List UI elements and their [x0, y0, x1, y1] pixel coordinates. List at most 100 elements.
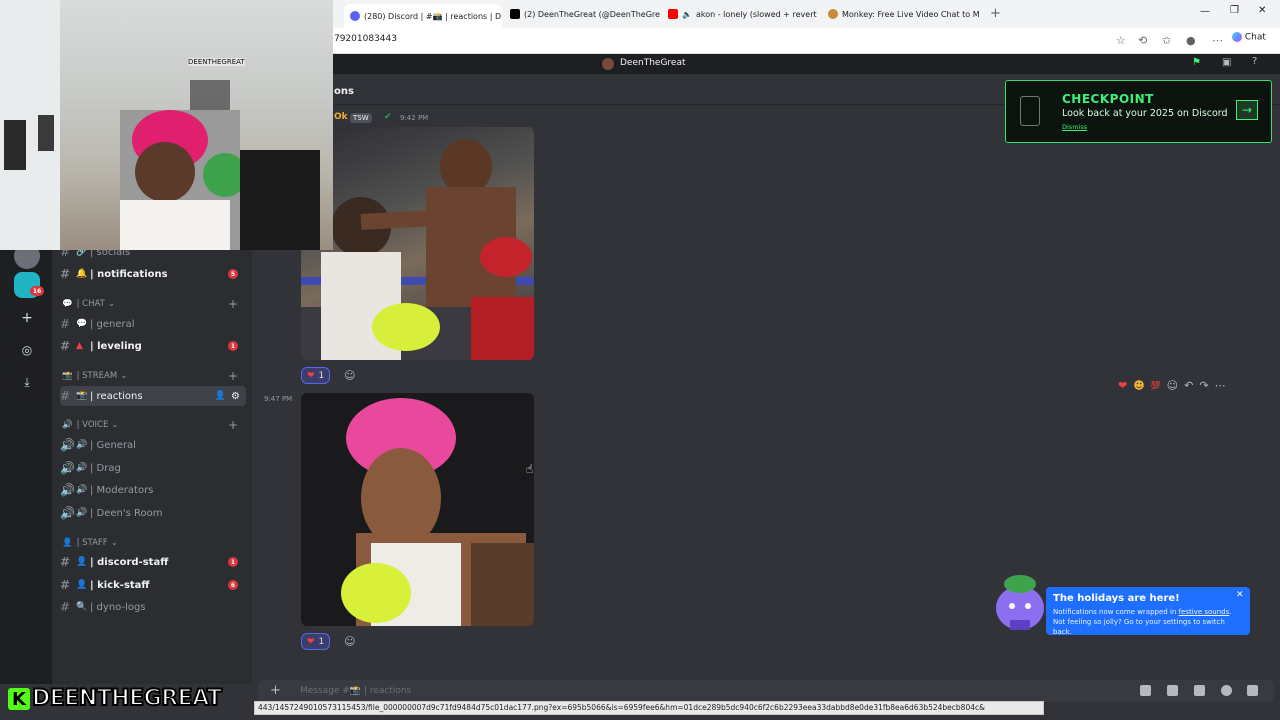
channel-label: | General — [90, 439, 136, 451]
arrow-right-icon[interactable]: → — [1236, 100, 1258, 120]
channel-dyno-logs[interactable]: # 🔍 | dyno-logs — [60, 597, 246, 617]
reply-icon[interactable]: ↶ — [1184, 379, 1193, 392]
channel-label: | leveling — [90, 340, 142, 352]
add-channel-icon[interactable]: + — [228, 418, 238, 432]
hundred-icon[interactable]: 💯 — [1151, 381, 1161, 390]
new-tab-button[interactable]: + — [990, 6, 1001, 21]
url-text[interactable]: 79201083443 — [334, 34, 397, 44]
inbox-icon[interactable]: ▣ — [1222, 57, 1231, 68]
channel-notifications[interactable]: # 🔔 | notifications 5 — [60, 264, 246, 284]
category-label: | VOICE — [76, 420, 109, 430]
speaker-icon: 🔊 — [60, 506, 75, 520]
download-icon[interactable]: ⤓ — [14, 369, 40, 395]
channel-general[interactable]: # 💬 | general — [60, 314, 246, 334]
tab-x[interactable]: (2) DeenTheGreat (@DeenTheGre ✕ — [510, 4, 662, 24]
chevron-down-icon: ⌄ — [120, 371, 128, 381]
server-avatar-icon — [602, 58, 614, 70]
tab-label: Monkey: Free Live Video Chat to M — [842, 9, 980, 19]
holiday-text-part: Notifications now come wrapped in — [1053, 608, 1179, 616]
dismiss-link[interactable]: Dismiss — [1062, 123, 1087, 131]
holiday-mascot-icon — [996, 575, 1044, 630]
category-staff[interactable]: 👤 | STAFF ⌄ — [62, 538, 242, 548]
more-icon[interactable]: ⋯ — [1215, 379, 1226, 392]
laughing-icon[interactable]: ☻ — [1133, 379, 1144, 392]
gift-icon[interactable] — [1140, 685, 1151, 696]
boxing-punch-image[interactable] — [301, 127, 534, 360]
person-icon: 👤 — [62, 538, 73, 548]
tab-discord[interactable]: (280) Discord | #📸 | reactions | D ✕ — [344, 4, 502, 28]
tab-monkey[interactable]: Monkey: Free Live Video Chat to M ✕ — [828, 4, 982, 24]
boxer-portrait-image[interactable] — [301, 393, 534, 626]
youtube-icon — [668, 9, 678, 19]
bell-icon: 🔔 — [76, 269, 88, 279]
voice-channel-deens-room[interactable]: 🔊 🔊 | Deen's Room — [60, 503, 246, 523]
help-icon[interactable]: ? — [1252, 56, 1257, 67]
sticker-icon[interactable] — [1194, 685, 1205, 696]
flag-icon[interactable]: ⚑ — [1192, 57, 1201, 68]
boxing-punch-illustration — [301, 139, 534, 360]
tab-youtube[interactable]: 🔈 akon - lonely (slowed + revert ✕ — [668, 4, 822, 24]
gear-icon[interactable]: ⚙ — [231, 391, 240, 402]
gif-icon[interactable] — [1167, 685, 1178, 696]
unread-badge: 5 — [228, 269, 238, 279]
streamer-brand-text: DEENTHEGREAT — [31, 685, 223, 712]
restore-icon[interactable]: ❐ — [1230, 5, 1239, 16]
extension-icon[interactable]: ⟲ — [1138, 34, 1147, 47]
heart-icon[interactable]: ❤ — [1118, 379, 1127, 392]
category-label: | STREAM — [76, 371, 118, 381]
category-stream[interactable]: 📸 | STREAM ⌄ + — [62, 369, 242, 383]
person-icon: 👤 — [76, 557, 88, 567]
add-member-icon[interactable]: 👤 — [215, 391, 226, 401]
tab-label: akon - lonely (slowed + revert — [695, 9, 817, 19]
favorites-icon[interactable]: ✩ — [1162, 34, 1171, 47]
festive-sounds-link[interactable]: festive sounds — [1179, 608, 1230, 616]
minimize-icon[interactable]: — — [1200, 6, 1210, 17]
message-author[interactable]: Ok — [334, 112, 348, 122]
emoji-icon[interactable] — [1221, 685, 1232, 696]
chat-label: Chat — [1244, 32, 1266, 43]
speech-bubble-icon: 💬 — [62, 299, 73, 309]
channel-kick-staff[interactable]: # 👤 | kick-staff 6 — [60, 575, 246, 595]
webcam-overlay: DEENTHEGREAT — [0, 0, 333, 250]
add-channel-icon[interactable]: + — [228, 297, 238, 311]
server-icon-active[interactable]: 16 — [14, 272, 44, 298]
channel-label: | Deen's Room — [90, 507, 163, 519]
add-reaction-icon[interactable]: ☺ — [344, 369, 355, 382]
channel-discord-staff[interactable]: # 👤 | discord-staff 1 — [60, 552, 246, 572]
profile-icon[interactable]: ● — [1186, 34, 1196, 47]
speaker-icon: 🔊 — [76, 440, 88, 450]
voice-channel-drag[interactable]: 🔊 🔊 | Drag — [60, 458, 246, 478]
channel-reactions[interactable]: # 📸 | reactions 👤 ⚙ — [60, 386, 246, 406]
server-name: DeenTheGreat — [620, 58, 686, 68]
star-icon[interactable]: ☆ — [1116, 34, 1126, 47]
add-reaction-icon[interactable]: ☺ — [344, 635, 355, 648]
discover-icon[interactable]: ◎ — [14, 337, 40, 363]
forward-icon[interactable]: ↷ — [1199, 379, 1208, 392]
add-reaction-icon[interactable]: ☺ — [1167, 379, 1178, 392]
camera-icon: 📸 — [76, 391, 88, 401]
voice-channel-general[interactable]: 🔊 🔊 | General — [60, 435, 246, 455]
add-server-icon[interactable]: + — [14, 305, 40, 331]
hash-icon: # — [60, 317, 71, 331]
window-close-icon[interactable]: ✕ — [1258, 5, 1266, 16]
add-channel-icon[interactable]: + — [228, 369, 238, 383]
hash-icon: # — [60, 389, 71, 403]
apps-icon[interactable] — [1247, 685, 1258, 696]
speaker-icon: 🔊 — [76, 508, 88, 518]
close-icon[interactable]: ✕ — [1236, 590, 1244, 600]
attach-plus-icon[interactable]: + — [270, 683, 281, 698]
heart-reaction-2[interactable]: ❤ 1 — [301, 633, 331, 650]
speaker-icon[interactable]: 🔈 — [682, 10, 692, 19]
voice-channel-moderators[interactable]: 🔊 🔊 | Moderators — [60, 480, 246, 500]
kick-logo-icon: K — [8, 688, 30, 710]
message-hover-toolbar: ❤ ☻ 💯 ☺ ↶ ↷ ⋯ — [1118, 376, 1256, 394]
category-voice[interactable]: 🔊 | VOICE ⌄ + — [62, 418, 242, 432]
category-chat[interactable]: 💬 | CHAT ⌄ + — [62, 297, 242, 311]
channel-leveling[interactable]: # ▲ | leveling 1 — [60, 336, 246, 356]
heart-reaction-1[interactable]: ❤ 1 — [301, 367, 331, 384]
mention-badge: 16 — [30, 286, 44, 296]
message-input-placeholder[interactable]: Message #📸 | reactions — [300, 686, 411, 696]
speech-bubble-icon: 💬 — [76, 319, 88, 329]
copilot-chat-button[interactable]: Chat — [1232, 32, 1266, 43]
menu-icon[interactable]: ⋯ — [1212, 34, 1223, 47]
